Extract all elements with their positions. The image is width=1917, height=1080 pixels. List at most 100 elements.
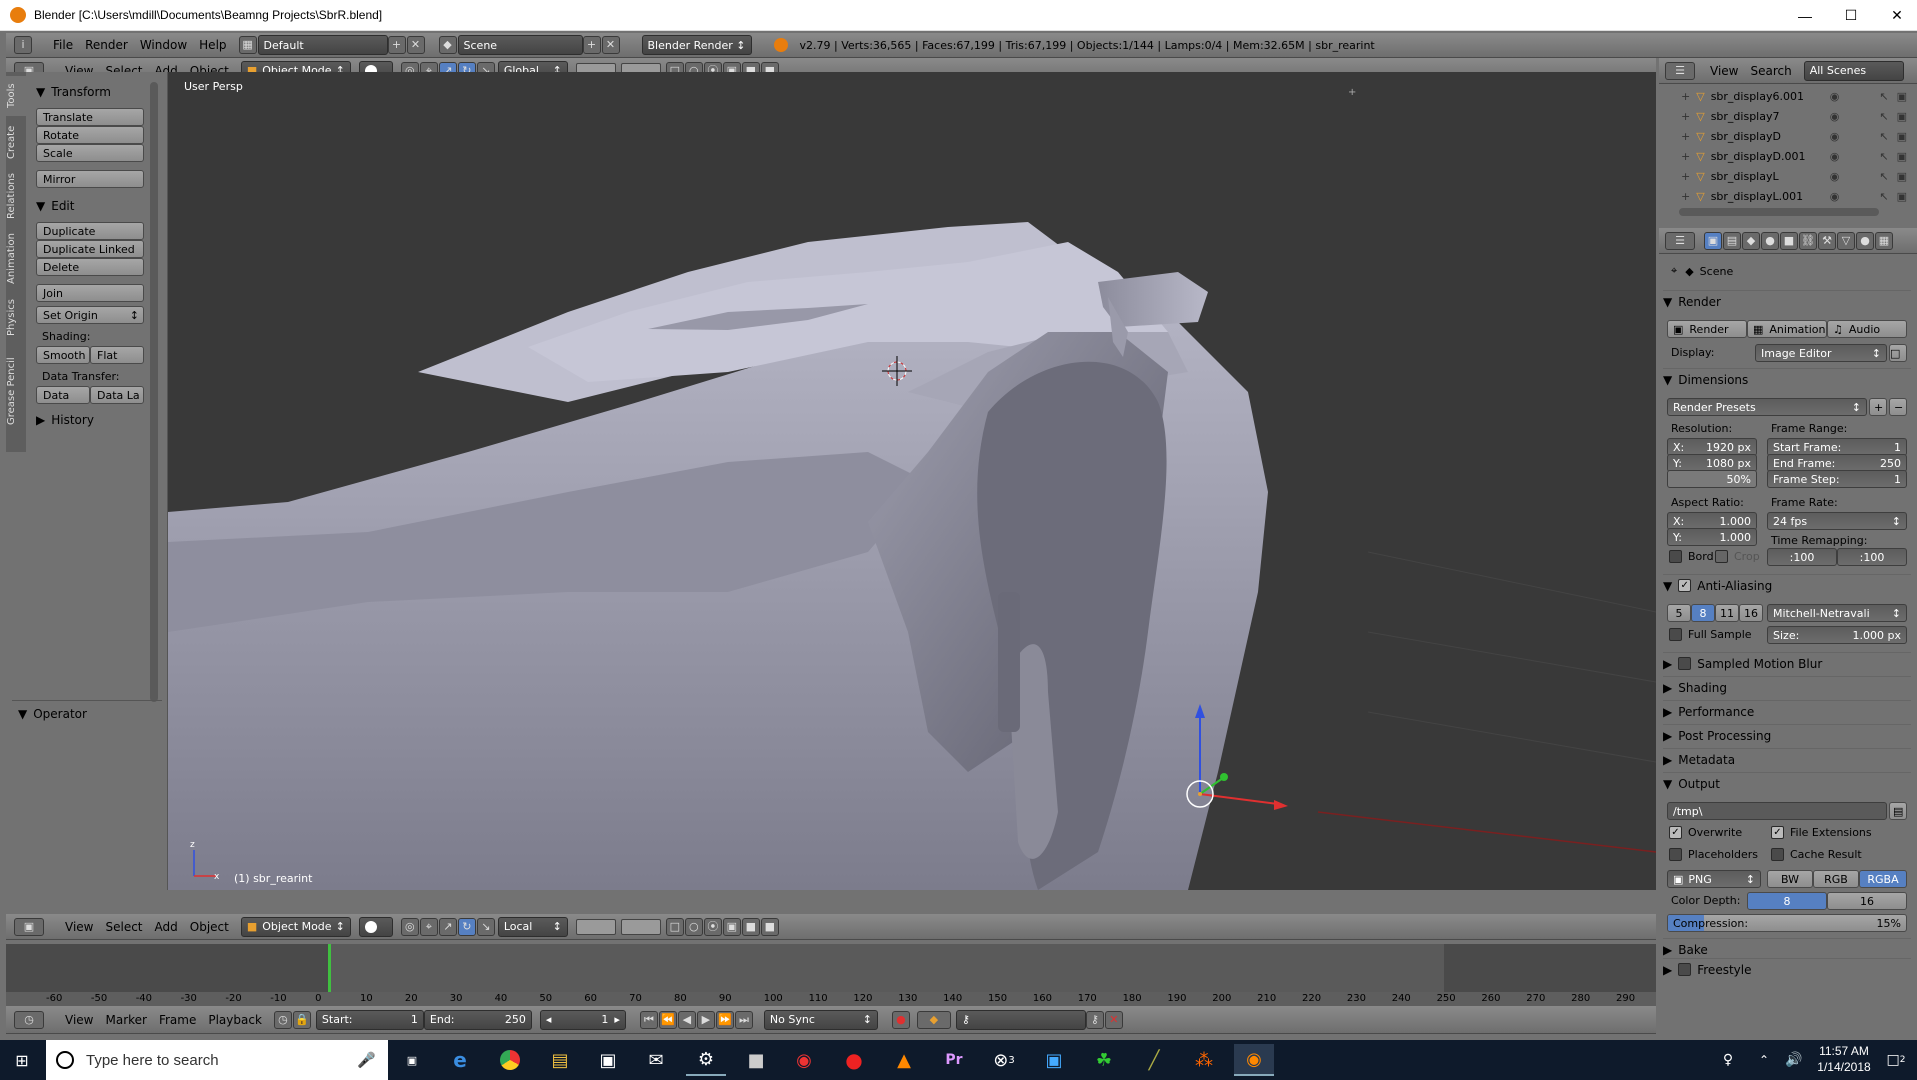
- object-context-icon[interactable]: ■: [1780, 231, 1798, 250]
- render-camera-icon[interactable]: ▣: [1897, 190, 1907, 203]
- render-animation-button[interactable]: ▦ Animation: [1747, 320, 1827, 338]
- file-format-dropdown[interactable]: ▣ PNG ↕: [1667, 870, 1761, 888]
- layout-selector[interactable]: Default: [257, 35, 388, 55]
- color-rgb-button[interactable]: RGB: [1813, 870, 1859, 888]
- render-image-button[interactable]: ▣ Render: [1667, 320, 1747, 338]
- outliner-item[interactable]: + ▽ sbr_display6.001 ◉ ↖ ▣: [1659, 86, 1917, 106]
- timeline-editor-type-icon[interactable]: ◷: [14, 1010, 44, 1029]
- crop-checkbox[interactable]: Crop: [1715, 550, 1760, 563]
- frame-step-field[interactable]: Frame Step: 1: [1767, 470, 1907, 488]
- properties-editor-type-icon[interactable]: ☰: [1665, 231, 1695, 250]
- freestyle-section-header[interactable]: ▶ Freestyle: [1663, 958, 1911, 980]
- edit-panel-header[interactable]: ▼ Edit: [36, 196, 156, 216]
- transform-gizmo[interactable]: [1168, 642, 1298, 812]
- graph-app-icon[interactable]: ╱: [1134, 1044, 1174, 1076]
- edge-icon[interactable]: e: [440, 1044, 480, 1076]
- volume-icon[interactable]: 🔊: [1774, 1044, 1814, 1076]
- translate-button[interactable]: Translate: [36, 108, 144, 126]
- render-camera-icon[interactable]: ▣: [1897, 170, 1907, 183]
- premiere-icon[interactable]: Pr: [934, 1044, 974, 1076]
- render-section-header[interactable]: ▼ Render: [1663, 290, 1911, 312]
- record-icon[interactable]: ●: [891, 1010, 910, 1029]
- motion-blur-section-header[interactable]: ▶ Sampled Motion Blur: [1663, 652, 1911, 674]
- manipulator-toggle-bottom-icon[interactable]: ⌖: [419, 917, 438, 936]
- jump-start-icon[interactable]: ⏮: [639, 1010, 658, 1029]
- select-arrow-icon[interactable]: ↖: [1879, 110, 1888, 123]
- timeline-menu-marker[interactable]: Marker: [105, 1013, 146, 1027]
- visibility-eye-icon[interactable]: ◉: [1830, 170, 1840, 183]
- select-arrow-icon[interactable]: ↖: [1879, 130, 1888, 143]
- select-arrow-icon[interactable]: ↖: [1879, 150, 1888, 163]
- duplicate-linked-button[interactable]: Duplicate Linked: [36, 240, 144, 258]
- taskbar-search-box[interactable]: Type here to search 🎤: [46, 1040, 388, 1080]
- menu-view-bottom[interactable]: View: [65, 920, 93, 934]
- visibility-eye-icon[interactable]: ◉: [1830, 130, 1840, 143]
- menu-render[interactable]: Render: [85, 38, 128, 52]
- expand-icon[interactable]: +: [1681, 150, 1690, 163]
- texture-context-icon[interactable]: ▦: [1875, 231, 1893, 250]
- jump-next-key-icon[interactable]: ⏩: [715, 1010, 734, 1029]
- orientation-dropdown-bottom[interactable]: Local ↕: [497, 916, 568, 937]
- data-layout-transfer-button[interactable]: Data La: [90, 386, 144, 404]
- screen-layout-icon[interactable]: ▦: [238, 36, 257, 54]
- outliner-item[interactable]: + ▽ sbr_displayL.001 ◉ ↖ ▣: [1659, 186, 1917, 206]
- current-frame-field[interactable]: ◂ 1 ▸: [539, 1009, 626, 1030]
- tab-tools[interactable]: Tools: [6, 76, 26, 116]
- modifiers-context-icon[interactable]: ⚒: [1818, 231, 1836, 250]
- aa-size-field[interactable]: Size: 1.000 px: [1767, 626, 1907, 644]
- outliner-item[interactable]: + ▽ sbr_displayD.001 ◉ ↖ ▣: [1659, 146, 1917, 166]
- cache-result-checkbox[interactable]: Cache Result: [1771, 848, 1862, 861]
- rotate-manipulator-bottom-icon[interactable]: ↻: [457, 917, 476, 936]
- scene-context-icon[interactable]: ◆: [1742, 231, 1760, 250]
- xbox-icon[interactable]: ⊗ 3: [984, 1044, 1024, 1076]
- snap-toggle-bottom-icon[interactable]: ⦿: [703, 917, 722, 936]
- layers-grid-bottom-2[interactable]: [620, 918, 661, 935]
- timeline-menu-playback[interactable]: Playback: [208, 1013, 262, 1027]
- layout-add-icon[interactable]: +: [387, 36, 406, 54]
- file-extensions-checkbox[interactable]: ✓ File Extensions: [1771, 826, 1872, 839]
- close-button[interactable]: ✕: [1874, 0, 1917, 31]
- overwrite-checkbox[interactable]: ✓ Overwrite: [1669, 826, 1742, 839]
- start-frame-field[interactable]: Start: 1: [315, 1009, 424, 1030]
- join-button[interactable]: Join: [36, 284, 144, 302]
- anti-aliasing-section-header[interactable]: ▼ ✓ Anti-Aliasing: [1663, 574, 1911, 596]
- insert-keyframe-icon[interactable]: ⚷: [1085, 1010, 1104, 1029]
- scale-button[interactable]: Scale: [36, 144, 144, 162]
- shading-dropdown-bottom[interactable]: [358, 916, 393, 937]
- render-camera-icon[interactable]: ▣: [1897, 150, 1907, 163]
- lock-time-icon[interactable]: 🔒: [292, 1010, 311, 1029]
- play-icon[interactable]: ▶: [696, 1010, 715, 1029]
- file-explorer-icon[interactable]: ▤: [540, 1044, 580, 1076]
- bake-section-header[interactable]: ▶ Bake: [1663, 938, 1911, 960]
- aa-filter-dropdown[interactable]: Mitchell-Netravali ↕: [1767, 604, 1907, 622]
- outliner-item[interactable]: + ▽ sbr_display7 ◉ ↖ ▣: [1659, 106, 1917, 126]
- render-camera-icon[interactable]: ▣: [1897, 130, 1907, 143]
- outliner-item[interactable]: + ▽ sbr_displayL ◉ ↖ ▣: [1659, 166, 1917, 186]
- scale-manipulator-bottom-icon[interactable]: ↘: [476, 917, 495, 936]
- app-icon[interactable]: ■: [736, 1044, 776, 1076]
- 3d-cursor[interactable]: [882, 356, 912, 386]
- motion-blur-toggle[interactable]: [1678, 657, 1692, 670]
- resolution-percentage-slider[interactable]: 50%: [1667, 470, 1757, 488]
- editor-type-bottom-icon[interactable]: ▣: [14, 917, 44, 936]
- visibility-eye-icon[interactable]: ◉: [1830, 90, 1840, 103]
- snap-element-bottom-icon[interactable]: ▣: [722, 917, 741, 936]
- microphone-icon[interactable]: 🎤: [357, 1051, 376, 1069]
- menu-select-bottom[interactable]: Select: [105, 920, 142, 934]
- delete-button[interactable]: Delete: [36, 258, 144, 276]
- minimize-button[interactable]: —: [1782, 0, 1828, 31]
- delete-keyframe-icon[interactable]: ✕: [1104, 1010, 1123, 1029]
- clock[interactable]: 11:57 AM 1/14/2018: [1812, 1043, 1876, 1075]
- data-transfer-button[interactable]: Data: [36, 386, 90, 404]
- expand-icon[interactable]: +: [1681, 110, 1690, 123]
- outliner-scrollbar[interactable]: [1679, 208, 1879, 216]
- opengl-render-bottom-icon[interactable]: ■: [741, 917, 760, 936]
- timeline-menu-frame[interactable]: Frame: [159, 1013, 196, 1027]
- full-sample-checkbox[interactable]: Full Sample: [1669, 628, 1752, 641]
- vlc-icon[interactable]: ▲: [884, 1044, 924, 1076]
- lock-interface-icon[interactable]: □: [1889, 344, 1907, 362]
- preset-add-icon[interactable]: +: [1869, 398, 1887, 416]
- data-context-icon[interactable]: ▽: [1837, 231, 1855, 250]
- select-arrow-icon[interactable]: ↖: [1879, 170, 1888, 183]
- output-folder-icon[interactable]: ▤: [1889, 802, 1907, 820]
